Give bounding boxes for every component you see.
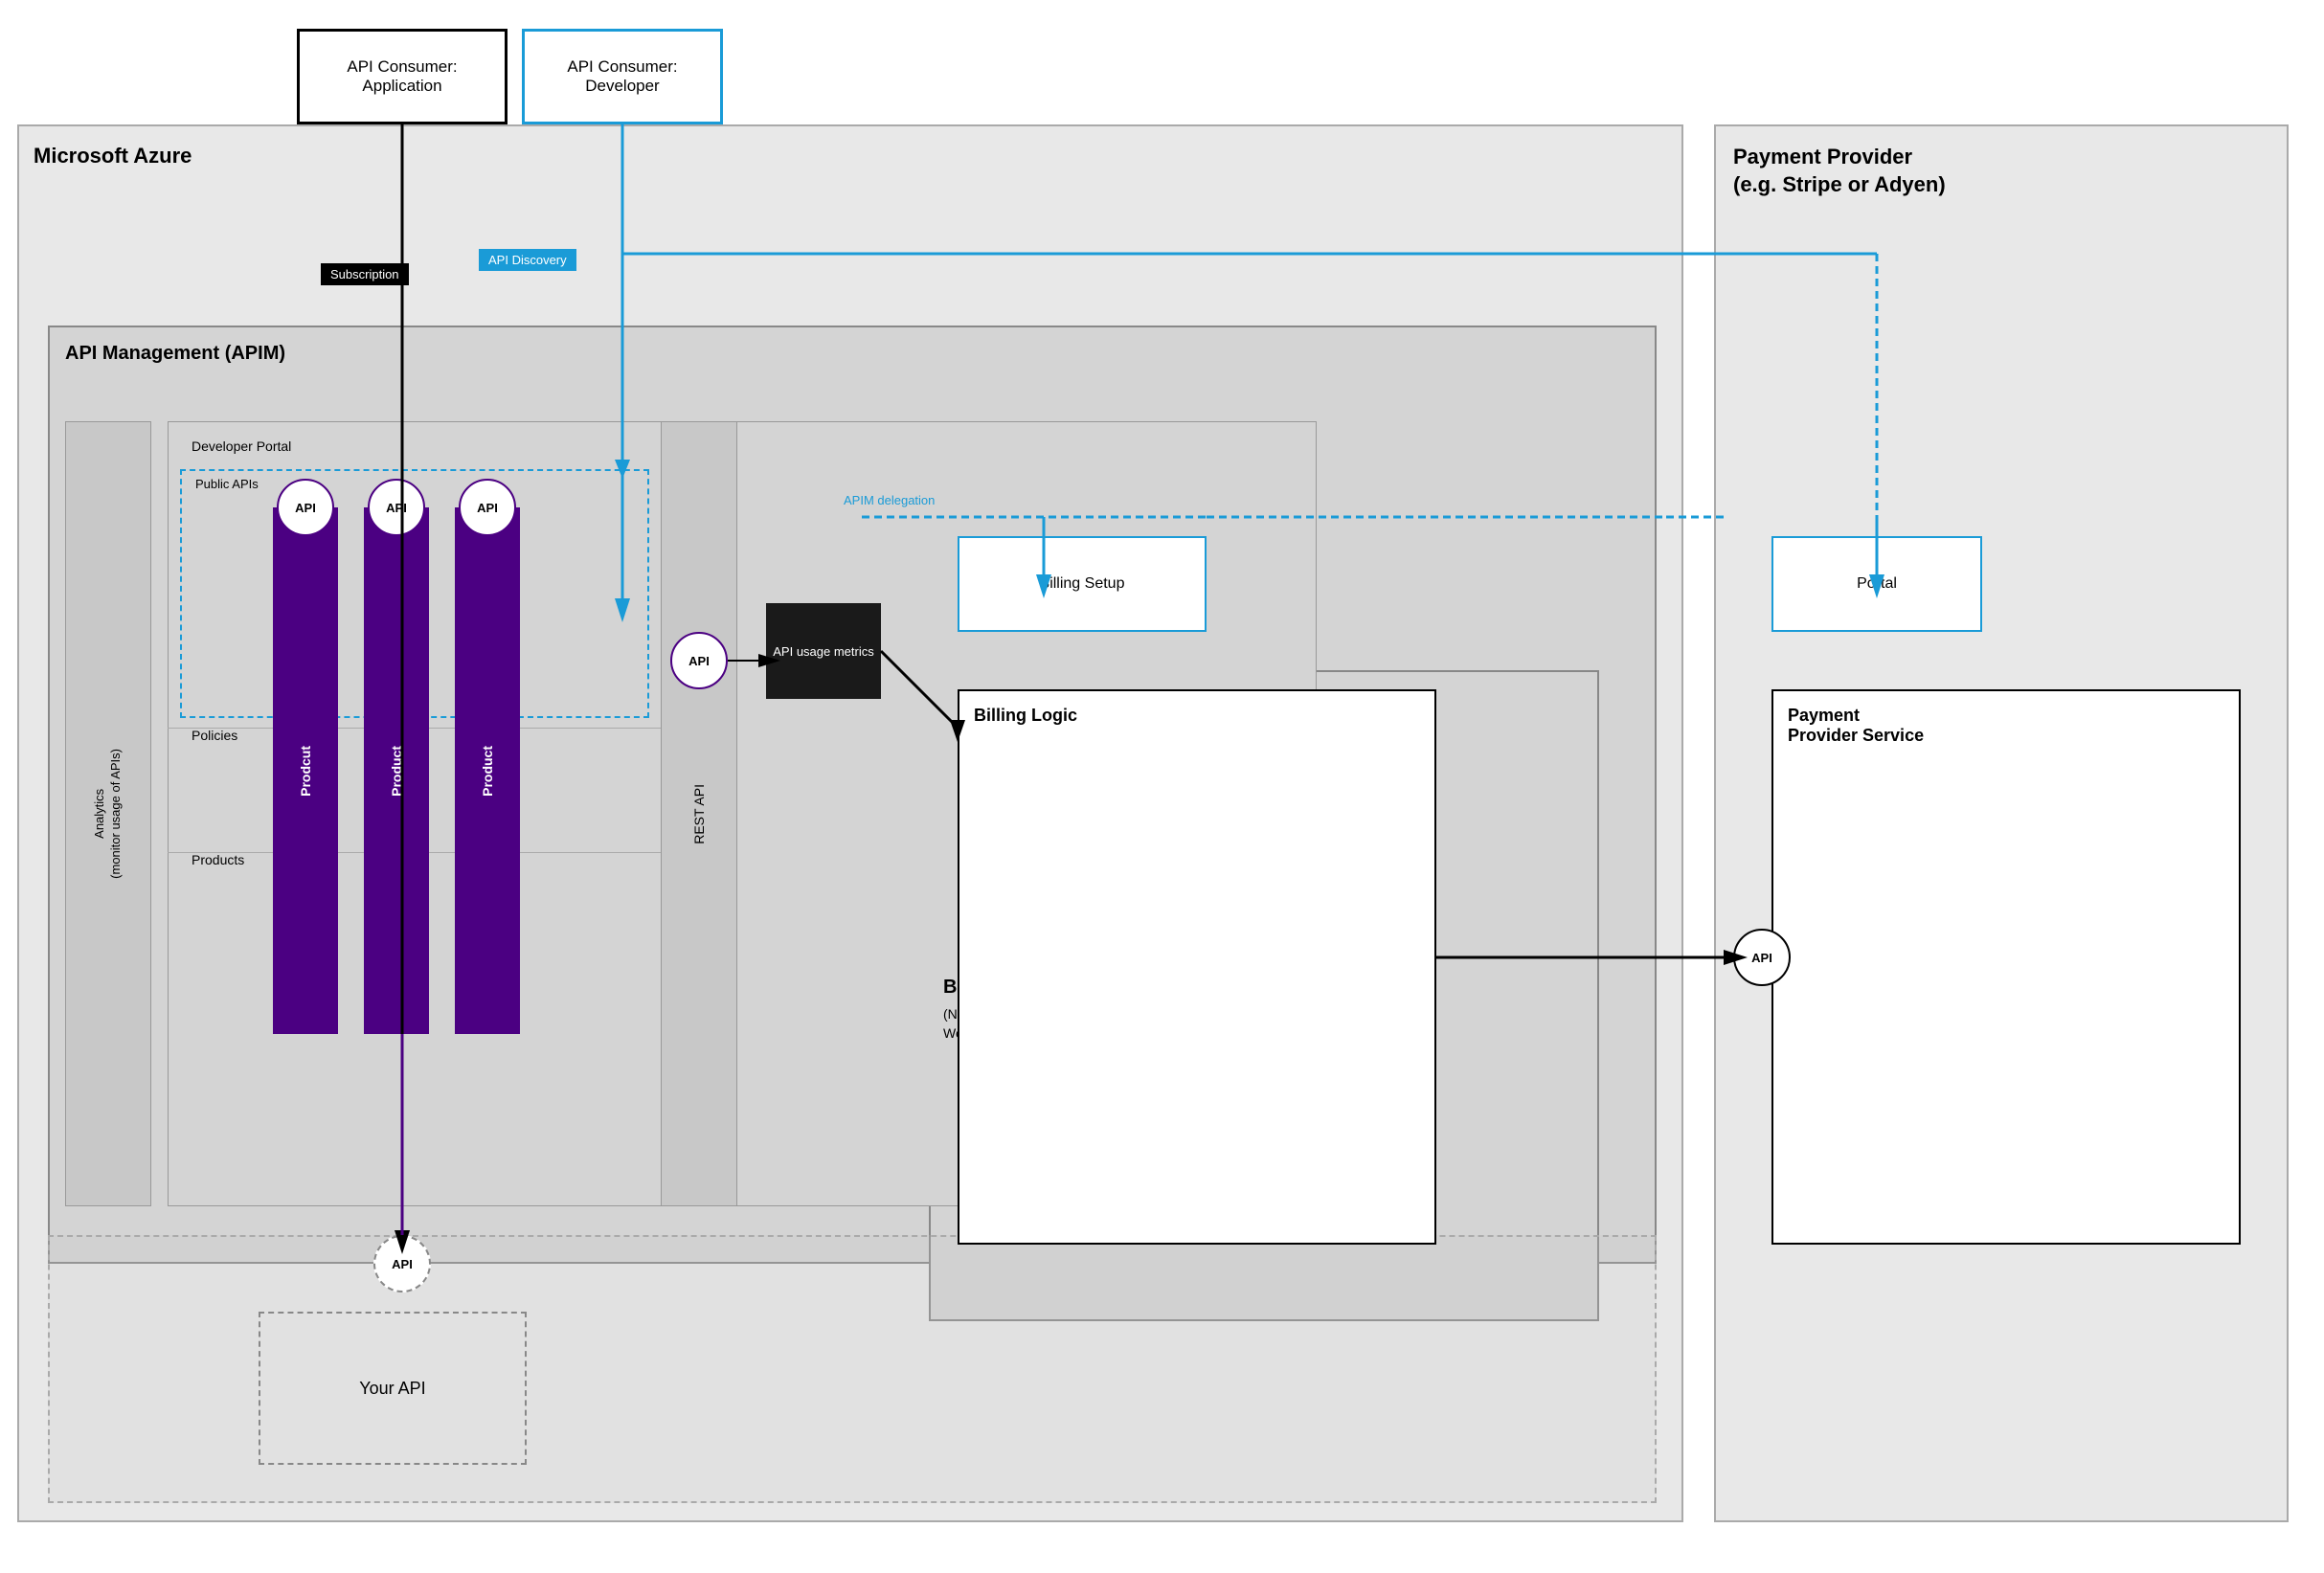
api-discovery-label: API Discovery xyxy=(479,249,576,271)
portal-box: Portal xyxy=(1771,536,1982,632)
analytics-label: Analytics(monitor usage of APIs) xyxy=(92,749,124,879)
diagram-container: Microsoft Azure Payment Provider (e.g. S… xyxy=(0,0,2324,1573)
consumer-dev-box: API Consumer: Developer xyxy=(522,29,723,124)
products-label: Products xyxy=(192,852,244,867)
payment-provider-service-box: PaymentProvider Service xyxy=(1771,689,2241,1245)
policies-label: Policies xyxy=(192,728,237,743)
api-circle-rest: API xyxy=(670,632,728,689)
azure-label: Microsoft Azure xyxy=(34,144,192,169)
product-col-3: Product xyxy=(455,507,520,1034)
api-circle-1: API xyxy=(277,479,334,536)
analytics-box: Analytics(monitor usage of APIs) xyxy=(65,421,151,1206)
public-apis-label: Public APIs xyxy=(195,477,259,491)
consumer-app-box: API Consumer: Application xyxy=(297,29,508,124)
apim-delegation-label: APIM delegation xyxy=(833,488,945,512)
product-col-3-label: Product xyxy=(480,746,495,797)
api-circle-your: API xyxy=(373,1235,431,1292)
subscription-label: Subscription xyxy=(321,263,409,285)
api-metrics-box: API usage metrics xyxy=(766,603,881,699)
api-circle-2: API xyxy=(368,479,425,536)
apim-label: API Management (APIM) xyxy=(65,343,285,365)
api-circle-3: API xyxy=(459,479,516,536)
api-circle-billing: API xyxy=(1733,929,1791,986)
payment-provider-label: Payment Provider (e.g. Stripe or Adyen) xyxy=(1733,144,1946,198)
product-col-2-label: Product xyxy=(389,746,404,797)
product-col-1: Prodcut xyxy=(273,507,338,1034)
product-col-2: Product xyxy=(364,507,429,1034)
billing-setup-box: Billing Setup xyxy=(958,536,1207,632)
billing-logic-box: Billing Logic xyxy=(958,689,1436,1245)
product-col-1-label: Prodcut xyxy=(298,746,313,797)
rest-api-label: REST API xyxy=(691,784,707,844)
rest-api-area: REST API xyxy=(661,421,737,1206)
dev-portal-label: Developer Portal xyxy=(192,438,291,454)
your-api-box: Your API xyxy=(259,1312,527,1465)
